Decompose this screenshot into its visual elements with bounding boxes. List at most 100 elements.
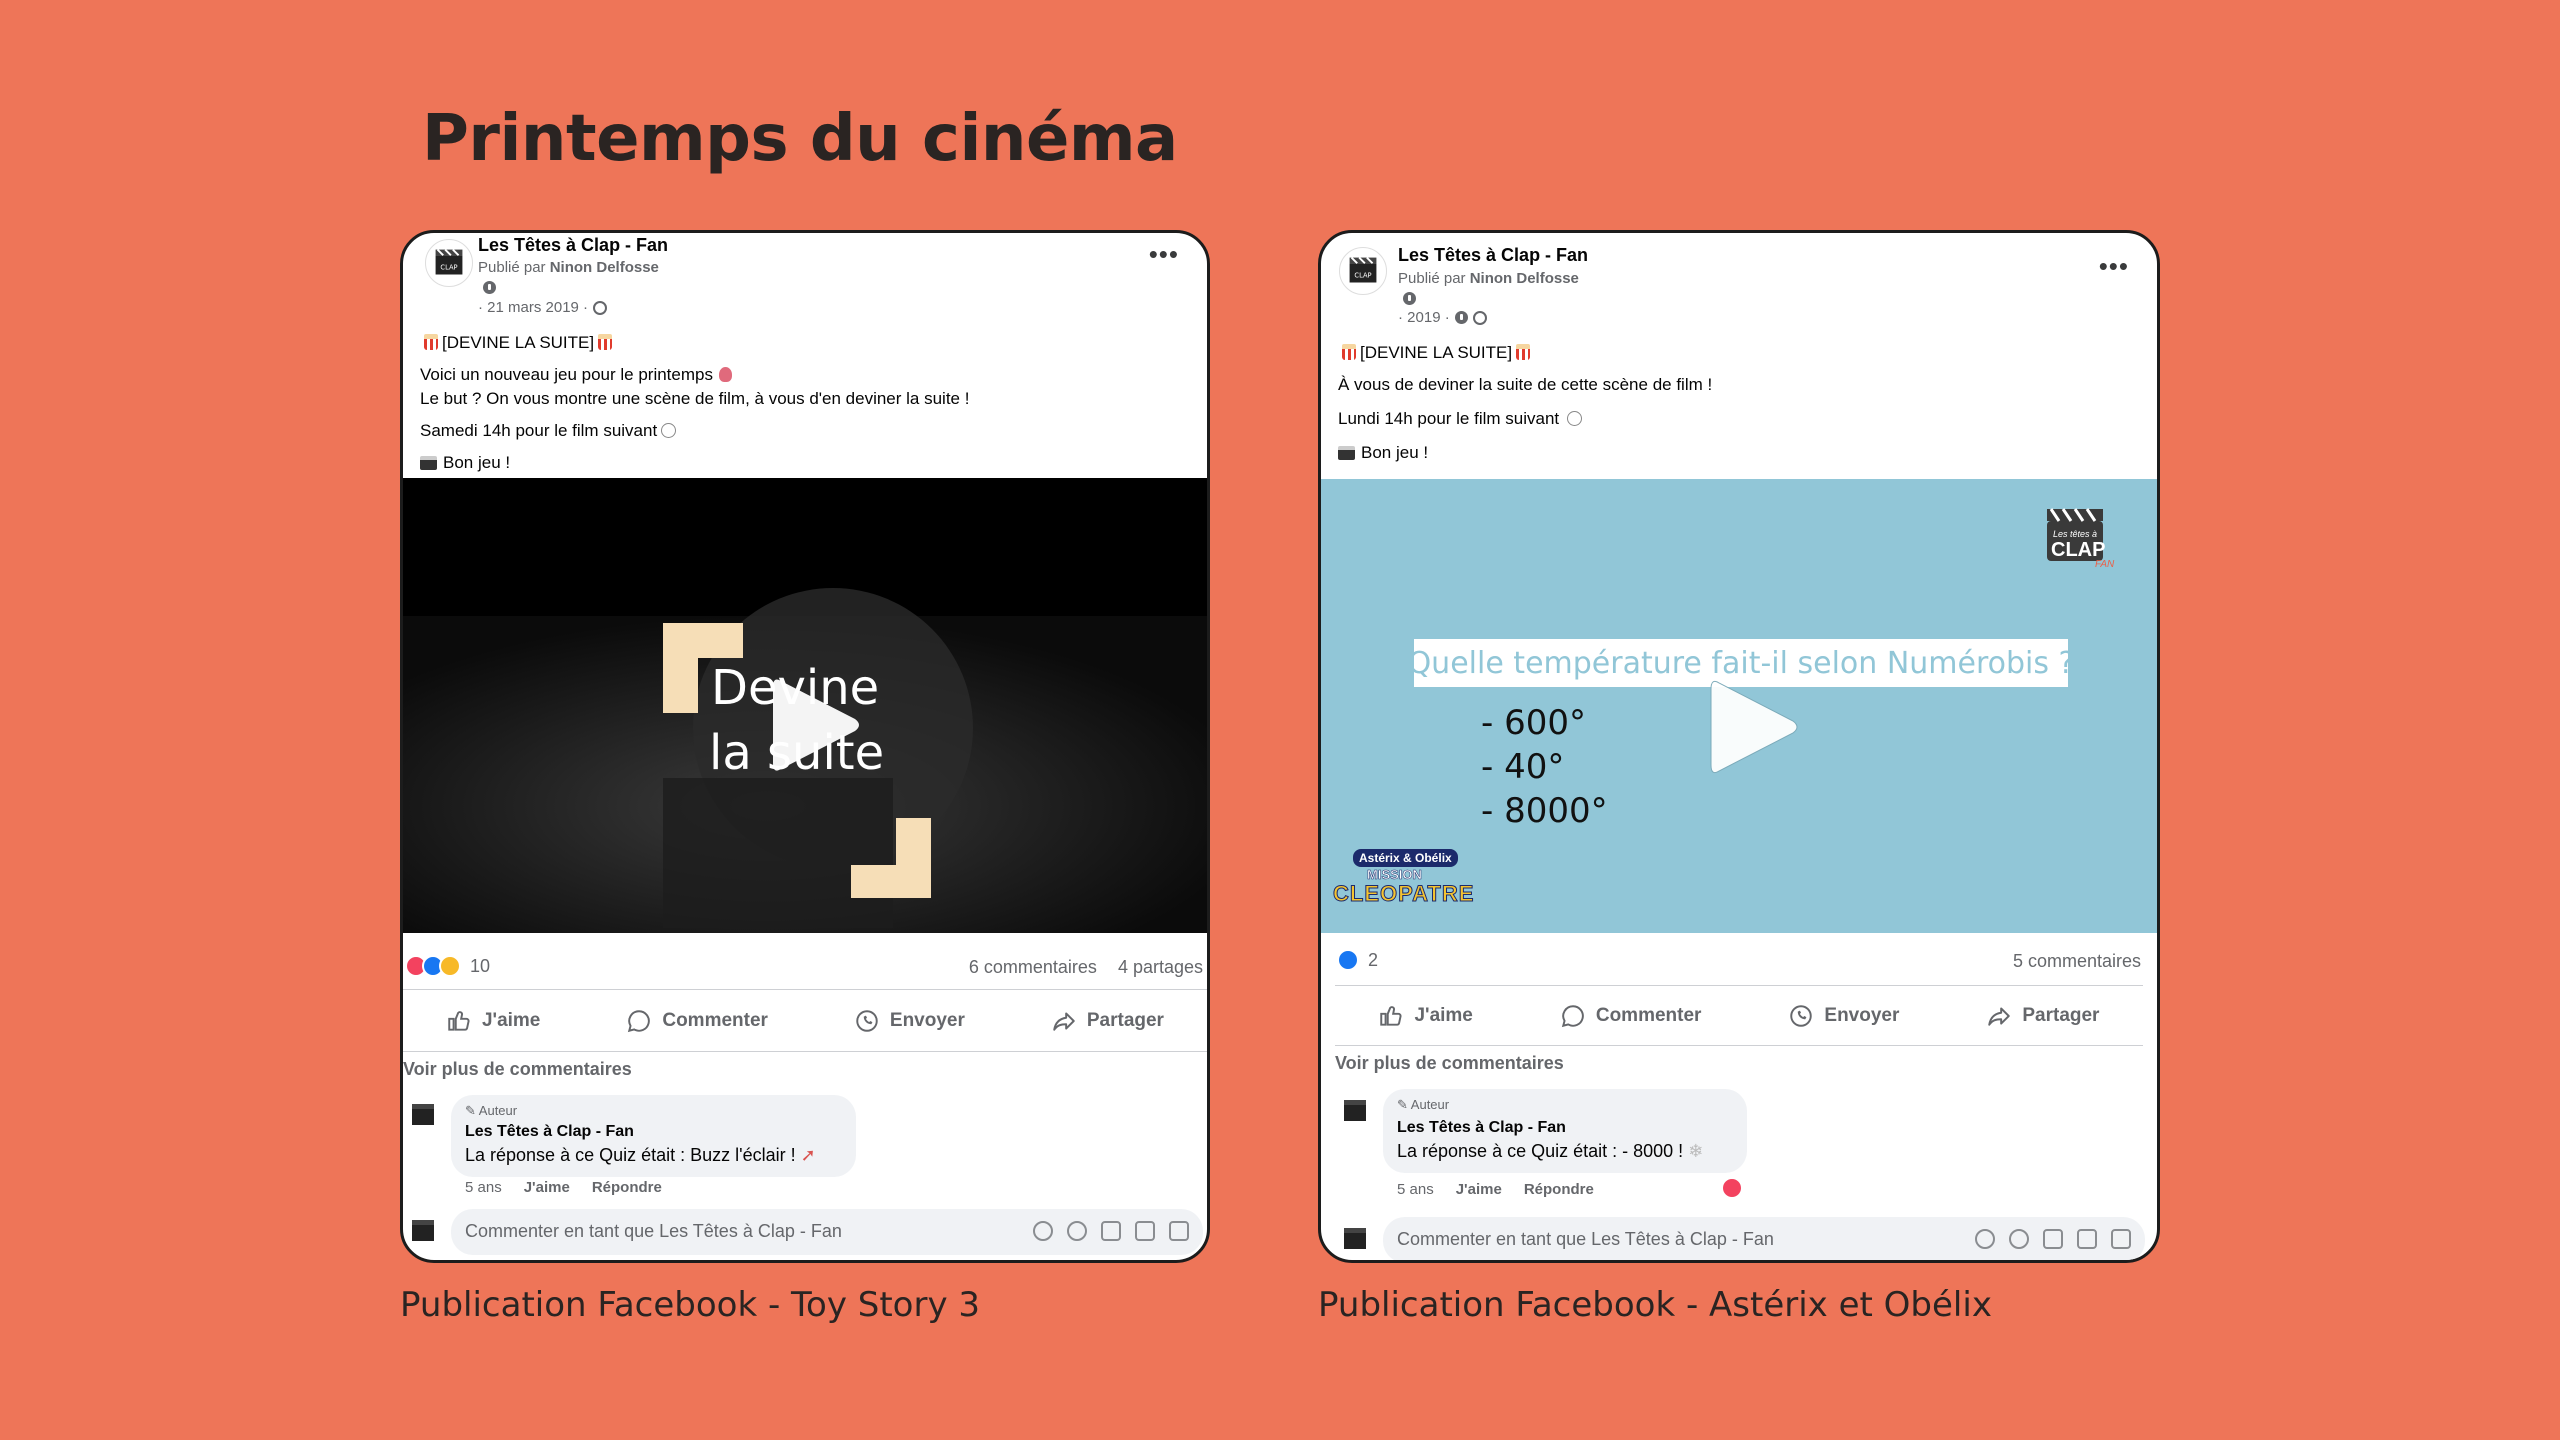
gif-icon[interactable] <box>2077 1229 2097 1249</box>
comment-age[interactable]: 5 ans <box>1397 1181 1434 1198</box>
tulip-icon <box>718 367 732 382</box>
reactions-summary[interactable]: 10 <box>405 955 490 977</box>
svg-text:CLAP: CLAP <box>1354 272 1371 280</box>
post-actions: J'aime Commenter Envoyer Partager <box>403 1001 1207 1041</box>
popcorn-icon <box>1342 344 1356 360</box>
comment-like-link[interactable]: J'aime <box>524 1179 570 1196</box>
page-name[interactable]: Les Têtes à Clap - Fan <box>478 235 668 256</box>
clapperboard-icon <box>1338 446 1355 460</box>
globe-icon <box>593 300 608 315</box>
share-button[interactable]: Partager <box>1051 1008 1164 1034</box>
thumbs-up-icon <box>1380 1006 1402 1026</box>
comment-input-placeholder: Commenter en tant que Les Têtes à Clap -… <box>465 1221 842 1241</box>
comments-count[interactable]: 6 commentaires <box>969 957 1097 977</box>
share-button[interactable]: Partager <box>1986 1003 2099 1029</box>
share-icon <box>1053 1012 1075 1031</box>
whatsapp-icon <box>1790 1005 1813 1027</box>
camera-icon[interactable] <box>1101 1221 1121 1241</box>
like-button[interactable]: J'aime <box>446 1008 540 1034</box>
popcorn-icon <box>1516 344 1531 360</box>
comment-button[interactable]: Commenter <box>1560 1003 1701 1029</box>
post-date[interactable]: · 2019 · <box>1398 309 1450 326</box>
published-by: Publié par Ninon Delfosse <box>1398 270 1579 287</box>
post-text: [DEVINE LA SUITE] Voici un nouveau jeu p… <box>420 333 970 472</box>
comment-button[interactable]: Commenter <box>626 1008 768 1034</box>
author-link[interactable]: Ninon Delfosse <box>1470 270 1579 287</box>
comment-bubble: ✎ Auteur Les Têtes à Clap - Fan La répon… <box>451 1095 856 1177</box>
love-reaction-badge[interactable] <box>1721 1177 1743 1199</box>
sticker-icon[interactable] <box>1169 1221 1189 1241</box>
post-text: [DEVINE LA SUITE] À vous de deviner la s… <box>1338 343 1713 462</box>
commenter-avatar[interactable] <box>1337 1093 1373 1129</box>
current-user-avatar[interactable] <box>1337 1221 1373 1257</box>
comment-author-name[interactable]: Les Têtes à Clap - Fan <box>465 1123 634 1141</box>
divider <box>1335 1045 2143 1046</box>
video-player[interactable]: Devine la suite <box>403 478 1207 933</box>
globe-icon <box>1472 310 1487 325</box>
comment-input[interactable]: Commenter en tant que Les Têtes à Clap -… <box>451 1209 1203 1255</box>
comment-input-placeholder: Commenter en tant que Les Têtes à Clap -… <box>1397 1229 1774 1249</box>
divider <box>1335 985 2143 986</box>
more-options-icon[interactable]: ••• <box>2099 253 2129 279</box>
comment-share-counts: 6 commentaires 4 partages <box>969 957 1203 978</box>
avatar-sticker-icon[interactable] <box>1033 1221 1053 1241</box>
comment-age[interactable]: 5 ans <box>465 1179 502 1196</box>
send-button[interactable]: Envoyer <box>854 1008 965 1034</box>
comment-reply-link[interactable]: Répondre <box>592 1179 662 1196</box>
like-reaction-icon <box>1337 949 1359 971</box>
reaction-count: 10 <box>470 955 491 976</box>
send-button[interactable]: Envoyer <box>1788 1003 1899 1029</box>
post-date[interactable]: · 21 mars 2019 · <box>478 299 588 316</box>
gif-icon[interactable] <box>1135 1221 1155 1241</box>
comment-author-name[interactable]: Les Têtes à Clap - Fan <box>1397 1119 1566 1137</box>
answer-option: - 8000° <box>1481 791 1608 831</box>
author-link[interactable]: Ninon Delfosse <box>550 259 659 276</box>
popcorn-icon <box>598 334 613 350</box>
comment-like-link[interactable]: J'aime <box>1456 1181 1502 1198</box>
like-button[interactable]: J'aime <box>1378 1003 1473 1029</box>
svg-text:CLAP: CLAP <box>440 264 457 272</box>
comment-reply-link[interactable]: Répondre <box>1524 1181 1594 1198</box>
published-by: Publié par Ninon Delfosse <box>478 259 659 276</box>
share-icon <box>1988 1007 2011 1026</box>
post-actions: J'aime Commenter Envoyer Partager <box>1335 996 2143 1036</box>
current-user-avatar[interactable] <box>405 1213 441 1249</box>
post-meta: · 2019 · <box>1398 309 1487 326</box>
comment-text: La réponse à ce Quiz était : - 8000 ! ❄ <box>1397 1141 1704 1161</box>
comments-count[interactable]: 5 commentaires <box>2013 951 2141 971</box>
clock-icon <box>1567 411 1583 426</box>
more-options-icon[interactable]: ••• <box>1149 241 1179 267</box>
quiz-answers: - 600° - 40° - 8000° <box>1481 701 1608 833</box>
clock-icon <box>661 423 677 438</box>
emoji-icon[interactable] <box>1067 1221 1087 1241</box>
video-player[interactable]: Les têtes à CLAP FAN Quelle température … <box>1321 479 2157 933</box>
divider <box>403 989 1207 990</box>
comment-meta: 5 ans J'aime Répondre <box>1397 1181 1594 1198</box>
view-more-comments[interactable]: Voir plus de commentaires <box>403 1059 632 1080</box>
clapperboard-icon <box>420 456 437 470</box>
sticker-icon[interactable] <box>2111 1229 2131 1249</box>
page-avatar[interactable]: CLAP <box>425 239 473 287</box>
reactions-summary[interactable]: 2 <box>1337 949 1378 971</box>
comment-icon <box>1561 1005 1584 1028</box>
commenter-avatar[interactable] <box>405 1097 441 1133</box>
shares-count[interactable]: 4 partages <box>1118 957 1203 977</box>
avatar-sticker-icon[interactable] <box>1975 1229 1995 1249</box>
author-badge: ✎ Auteur <box>1397 1097 1450 1112</box>
page-name[interactable]: Les Têtes à Clap - Fan <box>1398 245 1588 266</box>
snowflake-icon: ❄ <box>1688 1141 1704 1161</box>
info-icon <box>1403 292 1416 305</box>
view-more-comments[interactable]: Voir plus de commentaires <box>1335 1053 1564 1074</box>
emoji-icon[interactable] <box>2009 1229 2029 1249</box>
reaction-count: 2 <box>1368 949 1379 970</box>
page-avatar[interactable]: CLAP <box>1339 247 1387 295</box>
page-title: Printemps du cinéma <box>422 102 1178 176</box>
play-icon[interactable] <box>767 673 863 777</box>
post-meta: · 21 mars 2019 · <box>478 299 608 316</box>
comment-input-tools <box>1975 1229 2131 1249</box>
comment-input[interactable]: Commenter en tant que Les Têtes à Clap -… <box>1383 1217 2145 1260</box>
play-icon[interactable] <box>1705 675 1801 779</box>
clock-icon <box>1454 311 1468 324</box>
rocket-icon: ➚ <box>800 1145 816 1165</box>
camera-icon[interactable] <box>2043 1229 2063 1249</box>
